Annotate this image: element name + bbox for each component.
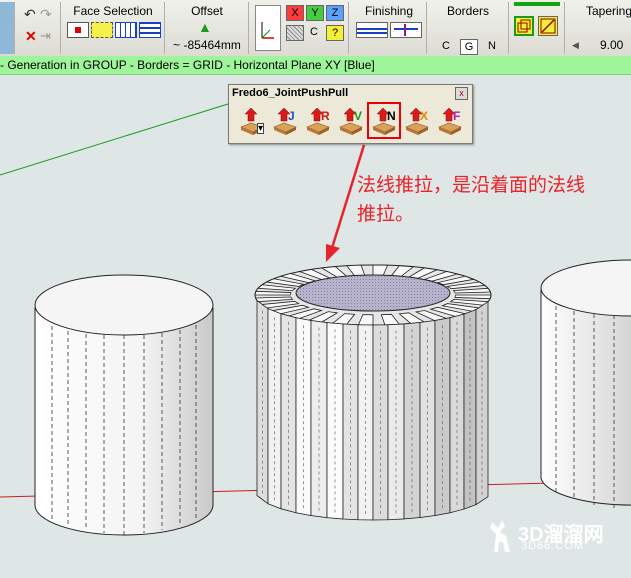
status-bar: - Generation in GROUP - Borders = GRID -… — [0, 56, 631, 75]
tool-letter: F — [453, 109, 461, 123]
axis-z-button[interactable]: Z — [326, 5, 344, 21]
flute-strips — [256, 299, 489, 521]
borders-g-button[interactable]: G — [460, 39, 478, 55]
palette-close-button[interactable]: x — [455, 87, 468, 100]
joint-push-pull-icon[interactable]: J — [270, 107, 300, 137]
axis-c-button[interactable]: C — [306, 25, 322, 39]
push-pull-menu-icon[interactable]: ▾ — [237, 107, 267, 137]
cylinder-right — [540, 259, 631, 508]
tool-letter: R — [321, 109, 330, 123]
cancel-icon[interactable]: ✕ — [25, 28, 37, 45]
generation-indicator-bar — [514, 2, 560, 6]
follow-push-pull-icon[interactable]: F — [435, 107, 465, 137]
palette-title: Fredo6_JointPushPull — [232, 87, 349, 99]
face-connected-button[interactable] — [91, 22, 113, 38]
borders-c-button[interactable]: C — [438, 39, 454, 53]
validate-icon[interactable]: ⇥ — [40, 28, 51, 44]
face-grid-button[interactable] — [115, 22, 137, 38]
generate-group-button[interactable] — [514, 16, 534, 36]
borders-n-button[interactable]: N — [484, 39, 500, 53]
viewport-3d[interactable] — [0, 75, 631, 578]
offset-label: Offset — [191, 4, 223, 18]
round-push-pull-icon[interactable]: R — [303, 107, 333, 137]
axis-origin-icon — [261, 22, 274, 39]
tapering-left-arrow-icon[interactable]: ◀ — [572, 40, 579, 51]
redo-icon[interactable]: ↷ — [40, 6, 52, 23]
normal-push-pull-icon[interactable]: N — [369, 107, 399, 137]
axis-group: X Y Z C ? — [252, 2, 349, 54]
face-selection-group: Face Selection — [62, 2, 165, 54]
undo-redo-group: ↶ ↷ ✕ ⇥ — [18, 2, 61, 54]
tool-letter: X — [420, 109, 429, 123]
axis-question-button[interactable]: ? — [326, 25, 344, 41]
cylinder-fluted-center — [254, 264, 492, 521]
annotation-text: 法线推拉，是沿着面的法线 推拉。 — [357, 171, 627, 229]
offset-value[interactable]: ~ -85464mm — [166, 38, 248, 52]
annotation-line-1: 法线推拉，是沿着面的法线 — [357, 174, 586, 196]
extrude-push-pull-icon[interactable]: X — [402, 107, 432, 137]
axis-x-button[interactable]: X — [286, 5, 304, 21]
axis-y-button[interactable]: Y — [306, 5, 324, 21]
borders-group: Borders C G N — [428, 2, 509, 55]
tapering-group: Tapering ◀ 9.00 — [566, 2, 631, 54]
annotation-line-2: 推拉。 — [357, 203, 415, 225]
offset-group: Offset ▲ ~ -85464mm — [166, 2, 249, 54]
cube-icon — [517, 19, 531, 33]
tapering-value[interactable]: 9.00 — [600, 38, 631, 52]
finishing-group: Finishing — [352, 2, 427, 54]
axis-origin-button[interactable] — [255, 5, 281, 51]
toolbar-grip[interactable] — [0, 2, 15, 54]
slash-icon — [540, 18, 556, 34]
dropdown-arrow-icon[interactable]: ▾ — [257, 123, 265, 134]
finishing-keep-button[interactable] — [356, 22, 388, 38]
watermark-url: 3D66.COM — [521, 540, 585, 552]
tool-letter: N — [387, 109, 396, 123]
plugin-toolbar: ↶ ↷ ✕ ⇥ Face Selection Offset ▲ ~ -85464… — [0, 0, 631, 57]
offset-arrow-icon: ▲ — [198, 19, 212, 35]
generate-component-button[interactable] — [538, 16, 558, 36]
finishing-delete-button[interactable] — [390, 22, 422, 38]
tool-letter: V — [354, 109, 363, 123]
cylinder-left — [34, 274, 214, 536]
tool-letter: J — [288, 109, 295, 123]
face-single-button[interactable] — [67, 22, 89, 38]
joint-push-pull-palette[interactable]: Fredo6_JointPushPull x ▾ J R V N X F — [228, 84, 473, 144]
face-rows-button[interactable] — [139, 22, 161, 38]
generation-group — [510, 2, 565, 54]
vector-push-pull-icon[interactable]: V — [336, 107, 366, 137]
tapering-label: Tapering — [586, 4, 631, 18]
borders-label: Borders — [446, 4, 490, 18]
undo-icon[interactable]: ↶ — [24, 6, 36, 23]
axis-free-button[interactable] — [286, 25, 304, 41]
face-selection-label: Face Selection — [73, 4, 153, 18]
finishing-label: Finishing — [364, 4, 414, 18]
